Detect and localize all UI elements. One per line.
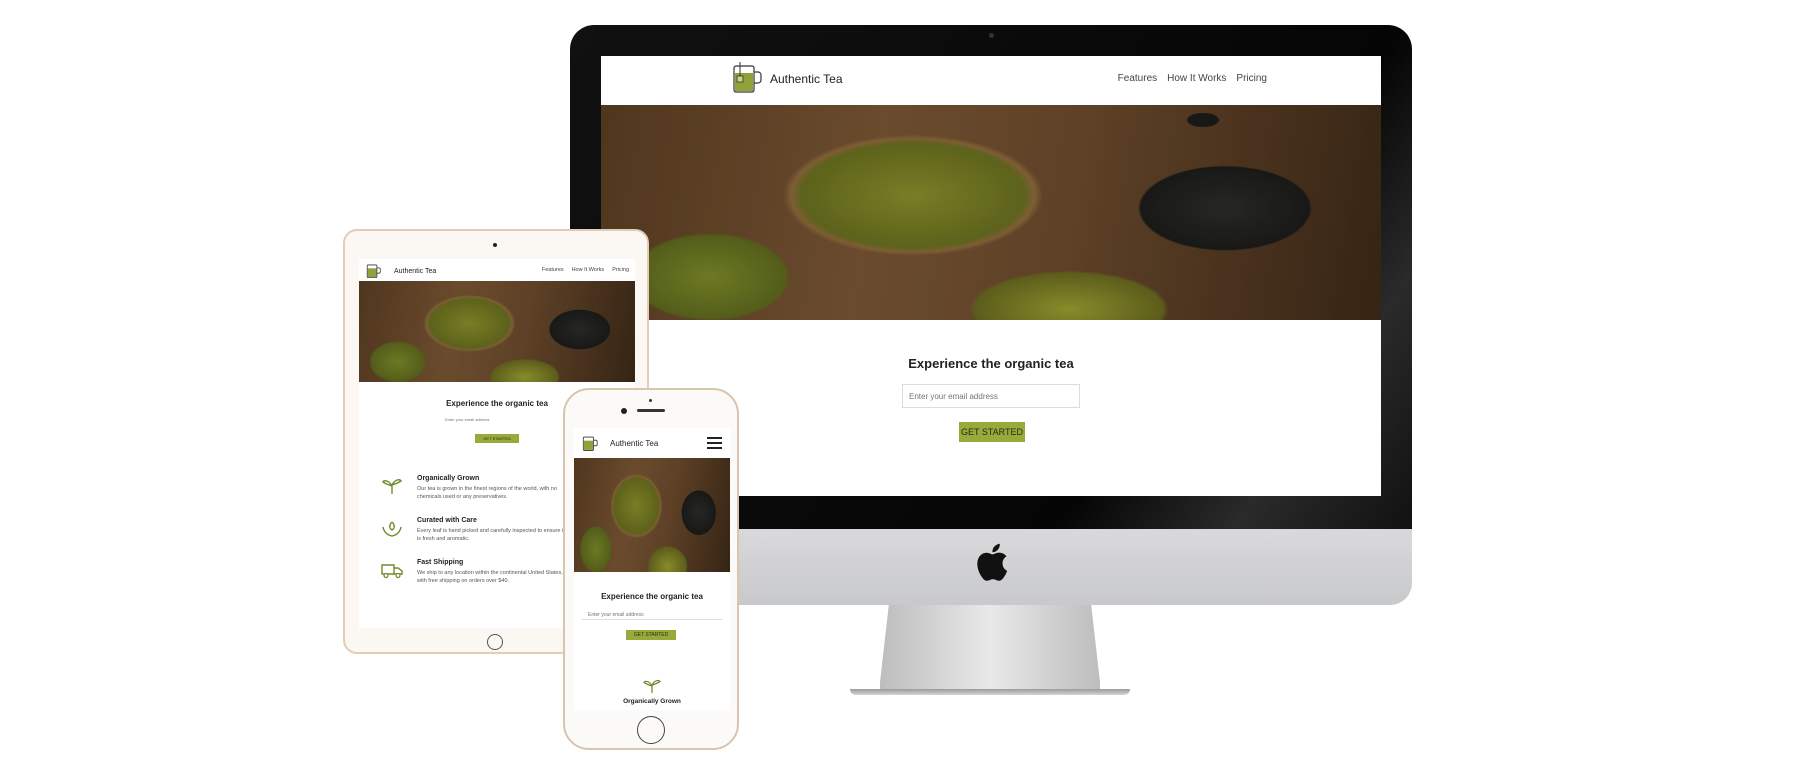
iphone-camera bbox=[621, 408, 627, 414]
main-nav: Features How It Works Pricing bbox=[1108, 73, 1267, 84]
iphone-speaker bbox=[637, 409, 665, 412]
site-header-tablet: Authentic Tea Features How It Works Pric… bbox=[359, 259, 635, 283]
imac-camera bbox=[989, 33, 994, 38]
iphone-home-button[interactable] bbox=[637, 716, 665, 744]
iphone-mockup: Authentic Tea Experience the organic tea… bbox=[563, 388, 739, 750]
site-header-mobile: Authentic Tea bbox=[574, 428, 730, 458]
email-input-tablet[interactable] bbox=[439, 414, 519, 424]
brand-name: Authentic Tea bbox=[770, 71, 843, 86]
tea-cup-logo-icon bbox=[733, 62, 762, 93]
feature-title-mobile: Organically Grown bbox=[623, 698, 681, 705]
hero-image-tablet bbox=[359, 281, 635, 382]
feature-title: Fast Shipping bbox=[417, 559, 464, 566]
sprout-icon bbox=[382, 479, 402, 494]
nav-features-tablet[interactable]: Features bbox=[542, 267, 564, 273]
tea-cup-logo-icon bbox=[582, 436, 598, 451]
imac-foot bbox=[850, 689, 1130, 695]
nav-how-it-works-tablet[interactable]: How It Works bbox=[572, 267, 605, 273]
teapot-lid bbox=[1187, 113, 1219, 127]
brand-name-tablet: Authentic Tea bbox=[394, 267, 437, 275]
get-started-button-mobile[interactable]: GET STARTED bbox=[626, 630, 676, 640]
brand-name-mobile: Authentic Tea bbox=[610, 439, 659, 448]
logo-mobile[interactable]: Authentic Tea bbox=[580, 435, 658, 452]
get-started-button-tablet[interactable]: GET STARTED bbox=[475, 434, 519, 443]
logo-tablet[interactable]: Authentic Tea bbox=[365, 263, 436, 279]
iphone-sensor bbox=[649, 399, 652, 402]
tea-cup-logo-icon bbox=[366, 264, 381, 278]
ipad-home-button[interactable] bbox=[487, 634, 503, 650]
email-input-mobile[interactable] bbox=[582, 610, 722, 620]
feature-text: Every leaf is hand picked and carefully … bbox=[417, 528, 565, 542]
nav-features[interactable]: Features bbox=[1118, 73, 1157, 84]
nav-pricing-tablet[interactable]: Pricing bbox=[612, 267, 629, 273]
feature-title: Curated with Care bbox=[417, 517, 477, 524]
iphone-screen: Authentic Tea Experience the organic tea… bbox=[574, 428, 730, 710]
hands-leaf-icon bbox=[382, 521, 402, 537]
hero-image bbox=[601, 105, 1381, 320]
truck-icon bbox=[381, 564, 403, 579]
nav-pricing[interactable]: Pricing bbox=[1236, 73, 1267, 84]
feature-title: Organically Grown bbox=[417, 475, 480, 482]
site-header: Authentic Tea Features How It Works Pric… bbox=[601, 56, 1381, 105]
feature-text: We ship to any location within the conti… bbox=[417, 570, 563, 584]
nav-how-it-works[interactable]: How It Works bbox=[1167, 73, 1226, 84]
main-nav-tablet: Features How It Works Pricing bbox=[534, 267, 629, 273]
hero-headline: Experience the organic tea bbox=[908, 356, 1074, 371]
get-started-button[interactable]: GET STARTED bbox=[959, 422, 1025, 442]
sprout-icon bbox=[643, 679, 661, 694]
apple-logo-icon bbox=[977, 543, 1008, 581]
hero-headline-mobile: Experience the organic tea bbox=[601, 592, 703, 601]
imac-stand bbox=[880, 605, 1100, 689]
logo[interactable]: Authentic Tea bbox=[732, 62, 843, 95]
hamburger-menu-icon[interactable] bbox=[707, 437, 722, 452]
feature-text: Our tea is grown in the finest regions o… bbox=[417, 486, 558, 500]
ipad-camera bbox=[493, 243, 497, 247]
email-input[interactable] bbox=[902, 384, 1080, 408]
hero-image-mobile bbox=[574, 458, 730, 572]
